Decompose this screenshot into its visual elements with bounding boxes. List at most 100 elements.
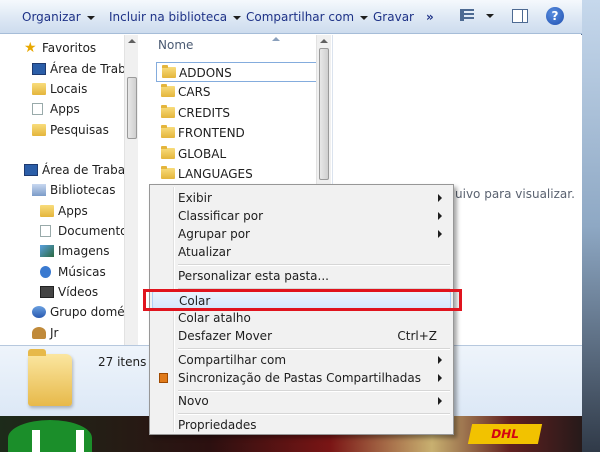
user-icon (32, 327, 46, 339)
nav-item-apps[interactable]: Apps (32, 100, 80, 118)
menu-separator (178, 413, 450, 415)
menu-item-label: Personalizar esta pasta... (178, 269, 329, 283)
file-row[interactable]: GLOBAL (156, 144, 318, 164)
include-library-button[interactable]: Incluir na biblioteca (109, 8, 242, 26)
menu-item-undo-move[interactable]: Desfazer Mover Ctrl+Z (152, 327, 451, 345)
scrollbar-thumb[interactable] (127, 77, 137, 139)
nav-item-label: Apps (58, 204, 88, 218)
document-icon (40, 225, 51, 237)
sort-ascending-icon (272, 37, 280, 41)
help-icon[interactable]: ? (546, 7, 564, 25)
nav-item-label: Favoritos (42, 41, 97, 55)
chevron-down-icon (360, 15, 369, 20)
scroll-up-icon[interactable] (320, 39, 328, 43)
preview-message: uivo para visualizar. (455, 187, 575, 201)
library-icon (32, 184, 46, 196)
menu-separator (178, 348, 450, 350)
desktop-app-logo-icon (8, 420, 92, 452)
chevron-down-icon[interactable] (486, 14, 494, 18)
video-icon (40, 286, 54, 298)
nav-item-libraries[interactable]: Bibliotecas (32, 181, 116, 199)
music-icon (40, 266, 51, 278)
nav-item-label: Bibliotecas (50, 183, 116, 197)
desktop-background-right (582, 0, 600, 452)
nav-item-desktop-root[interactable]: Área de Trabalh (24, 161, 137, 179)
burn-button[interactable]: Gravar (373, 8, 414, 26)
menu-item-sort-by[interactable]: Classificar por (152, 207, 451, 225)
nav-item-label: Documentos (58, 224, 134, 238)
file-row[interactable]: FRONTEND (156, 123, 318, 143)
scrollbar-thumb[interactable] (319, 48, 329, 180)
menu-item-customize-folder[interactable]: Personalizar esta pasta... (152, 267, 451, 285)
nav-item-label: Área de Trabalh (42, 163, 137, 177)
nav-item-locations[interactable]: Locais (32, 80, 88, 98)
file-row[interactable]: ADDONS (156, 62, 318, 82)
nav-item-images[interactable]: Imagens (40, 242, 110, 260)
nav-item-label: Locais (50, 82, 88, 96)
organize-button[interactable]: Organizar (22, 8, 95, 26)
menu-item-new[interactable]: Novo (152, 392, 451, 410)
folder-icon (32, 124, 46, 136)
file-row[interactable]: CREDITS (156, 103, 318, 123)
share-with-label: Compartilhar com (246, 10, 355, 24)
image-icon (40, 245, 54, 257)
nav-item-label: Jr (50, 326, 59, 340)
command-bar: Organizar Incluir na biblioteca Comparti… (0, 0, 582, 34)
document-icon (32, 103, 43, 115)
folder-icon (162, 65, 176, 78)
file-row[interactable]: LANGUAGES (156, 164, 318, 184)
nav-item-label: Imagens (58, 244, 110, 258)
highlight-annotation-box (143, 289, 462, 311)
submenu-arrow-icon (438, 212, 442, 220)
organize-label: Organizar (22, 10, 81, 24)
file-name: FRONTEND (178, 126, 245, 140)
file-name: ADDONS (179, 66, 232, 80)
change-view-icon[interactable] (460, 9, 474, 21)
nav-item-videos[interactable]: Vídeos (40, 283, 98, 301)
star-icon: ★ (24, 40, 37, 56)
folder-icon (28, 349, 72, 406)
folder-icon (161, 166, 175, 179)
submenu-arrow-icon (438, 356, 442, 364)
nav-item-library-apps[interactable]: Apps (40, 202, 88, 220)
nav-item-music[interactable]: Músicas (40, 263, 106, 281)
menu-item-refresh[interactable]: Atualizar (152, 243, 451, 261)
nav-item-homegroup[interactable]: Grupo domést (32, 303, 136, 321)
menu-item-shortcut: Ctrl+Z (397, 329, 437, 343)
nav-item-label: Pesquisas (50, 123, 109, 137)
menu-item-properties[interactable]: Propriedades (152, 416, 451, 434)
nav-item-user[interactable]: Jr (32, 324, 59, 342)
menu-item-label: Classificar por (178, 209, 264, 223)
nav-item-label: Grupo domést (50, 305, 136, 319)
desktop-icon (32, 63, 46, 75)
folder-icon (40, 205, 54, 217)
menu-item-shared-folder-sync[interactable]: Sincronização de Pastas Compartilhadas (152, 369, 451, 387)
menu-separator (178, 264, 450, 266)
nav-item-favorites[interactable]: ★ Favoritos (24, 39, 97, 57)
nav-item-documents[interactable]: Documentos (40, 222, 134, 240)
chevron-down-icon (86, 15, 95, 20)
menu-item-view[interactable]: Exibir (152, 189, 451, 207)
desktop-icon (24, 164, 38, 176)
chevron-down-icon (233, 15, 242, 20)
nav-item-label: Músicas (58, 265, 106, 279)
scroll-up-icon[interactable] (128, 39, 136, 43)
menu-item-label: Atualizar (178, 245, 231, 259)
submenu-arrow-icon (438, 194, 442, 202)
menu-item-share-with[interactable]: Compartilhar com (152, 351, 451, 369)
preview-pane-icon[interactable] (512, 9, 528, 23)
file-name: LANGUAGES (178, 167, 253, 181)
nav-item-searches[interactable]: Pesquisas (32, 121, 109, 139)
more-commands-button[interactable]: » (426, 8, 434, 26)
menu-item-label: Desfazer Mover (178, 329, 272, 343)
menu-item-paste-shortcut[interactable]: Colar atalho (152, 309, 451, 327)
file-row[interactable]: CARS (156, 82, 318, 102)
nav-item-label: Apps (50, 102, 80, 116)
column-header-name[interactable]: Nome (158, 38, 193, 52)
folder-icon (161, 125, 175, 138)
menu-item-group-by[interactable]: Agrupar por (152, 225, 451, 243)
nav-scrollbar[interactable] (124, 35, 138, 345)
menu-item-label: Agrupar por (178, 227, 250, 241)
menu-item-label: Sincronização de Pastas Compartilhadas (178, 371, 421, 385)
share-with-button[interactable]: Compartilhar com (246, 8, 369, 26)
